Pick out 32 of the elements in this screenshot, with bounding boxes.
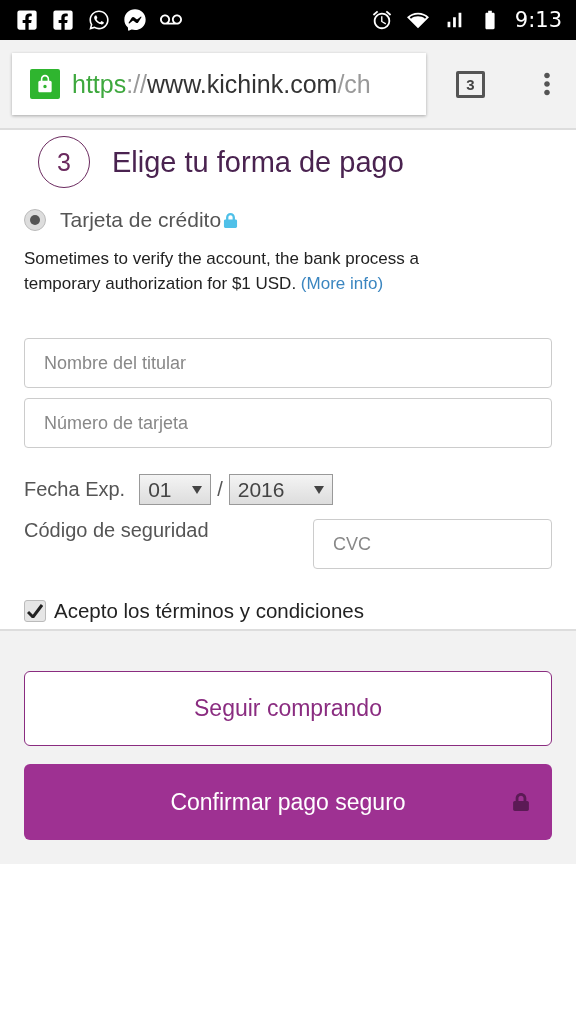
lock-icon <box>512 793 530 811</box>
terms-label: Acepto los términos y condiciones <box>54 599 364 623</box>
cvc-field[interactable]: CVC <box>313 519 552 569</box>
lock-icon <box>223 212 239 228</box>
whatsapp-icon <box>88 9 110 31</box>
text-field[interactable]: Nombre del titular <box>24 338 552 388</box>
caret-icon <box>192 485 203 494</box>
expiry-label: Fecha Exp. <box>24 478 126 501</box>
address-bar[interactable]: https://www.kichink.com/ch <box>12 53 426 115</box>
alarm-icon <box>370 9 393 31</box>
messenger-icon <box>124 9 146 31</box>
security-code-label: Código de seguridad <box>24 519 209 542</box>
radio-button[interactable] <box>24 209 46 231</box>
payment-option-label: Tarjeta de crédito <box>60 208 222 232</box>
year-select[interactable]: 2016 <box>228 474 333 505</box>
facebook-icon <box>16 9 38 31</box>
tab-count-button[interactable]: 3 <box>456 70 485 98</box>
continue-button[interactable]: Seguir comprando <box>24 671 552 746</box>
confirm-button[interactable]: Confirmar pago seguro <box>24 764 552 840</box>
lock-icon <box>30 69 60 99</box>
caret-icon <box>313 485 324 494</box>
notice-text: Sometimes to verify the account, the bank process a temporary authorization for $1 USD. (More info) <box>24 248 420 295</box>
more-info-link[interactable]: (More info) <box>300 274 384 293</box>
text-field[interactable]: Número de tarjeta <box>24 398 552 448</box>
url-text: https://www.kichink.com/ch <box>72 69 371 99</box>
section-title: Elige tu forma de pago <box>112 145 404 179</box>
date-separator: / <box>217 478 223 501</box>
checkmark-icon <box>27 604 43 618</box>
checkbox[interactable] <box>24 600 46 622</box>
month-select[interactable]: 01 <box>139 474 212 505</box>
clock-time: 9:13 <box>514 8 562 32</box>
facebook-icon <box>52 9 74 31</box>
